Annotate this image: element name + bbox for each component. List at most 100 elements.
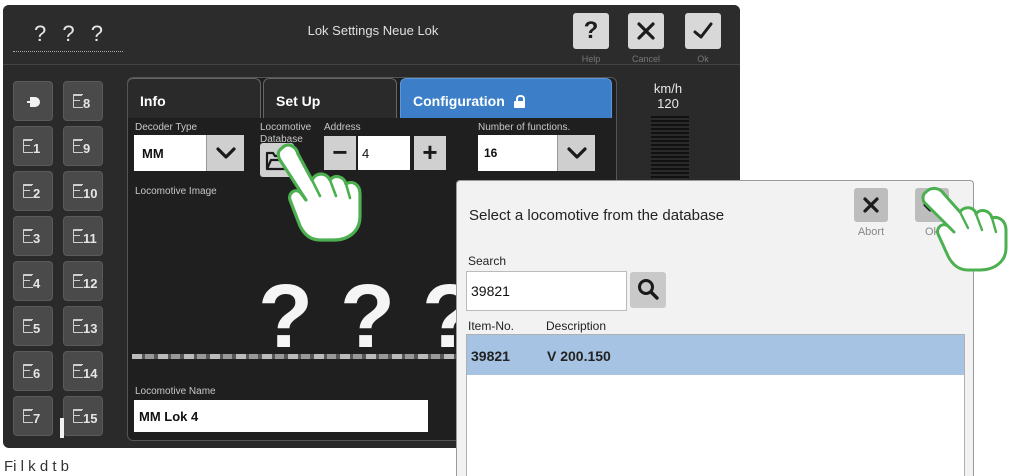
function-key-f4[interactable]: 4 [13, 261, 53, 301]
function-key-number: 6 [33, 366, 41, 381]
function-key-f1[interactable]: 1 [13, 126, 53, 166]
function-key-icon [23, 409, 33, 423]
function-key-f15[interactable]: 15 [63, 396, 103, 436]
loco-name-input[interactable]: MM Lok 4 [134, 400, 428, 432]
function-key-number: 1 [33, 141, 41, 156]
function-key-number: 14 [83, 366, 98, 381]
function-key-f13[interactable]: 13 [63, 306, 103, 346]
title-bar: ? ? ? Lok Settings Neue Lok ? Help Cance… [3, 5, 740, 65]
loco-image-label: Locomotive Image [135, 186, 217, 197]
function-key-icon [73, 229, 83, 243]
help-label: Help [581, 54, 601, 64]
loco-name-display[interactable]: ? ? ? [21, 21, 121, 47]
item-no-cell: 39821 [471, 348, 510, 364]
function-key-f11[interactable]: 11 [63, 216, 103, 256]
light-function-key[interactable] [13, 81, 53, 121]
function-key-icon [23, 274, 33, 288]
function-key-icon [23, 184, 33, 198]
function-key-icon [23, 229, 33, 243]
description-cell: V 200.150 [547, 348, 611, 364]
pointing-hand-icon [921, 186, 1008, 272]
window-title: Lok Settings Neue Lok [307, 23, 439, 38]
column-header-item-no: Item-No. [468, 319, 515, 333]
tab-info[interactable]: Info [128, 78, 261, 118]
loco-name-label: Locomotive Name [135, 386, 216, 397]
loco-name-underline [13, 51, 123, 52]
functions-count-value: 16 [484, 146, 498, 160]
dialog-title: Select a locomotive from the database [469, 207, 725, 224]
loco-result-list: 39821 V 200.150 [466, 334, 965, 476]
search-icon [638, 279, 659, 300]
cancel-button[interactable] [628, 13, 664, 49]
dialog-abort-button[interactable] [854, 188, 888, 222]
function-key-icon [73, 409, 83, 423]
function-key-f6[interactable]: 6 [13, 351, 53, 391]
close-icon [637, 22, 655, 40]
function-key-number: 7 [33, 411, 41, 426]
function-key-f3[interactable]: 3 [13, 216, 53, 256]
function-key-number: 10 [83, 186, 98, 201]
function-key-icon [73, 364, 83, 378]
function-key-number: 15 [83, 411, 98, 426]
column-header-description: Description [546, 319, 607, 333]
tab-configuration[interactable]: Configuration [400, 78, 612, 118]
decoder-type-dropdown-button[interactable] [206, 135, 244, 171]
function-key-icon [73, 139, 83, 153]
tab-setup-label: Set Up [276, 93, 321, 109]
decoder-type-select[interactable]: MM [134, 135, 244, 171]
function-key-icon [73, 274, 83, 288]
check-icon [693, 22, 713, 39]
function-key-icon [73, 94, 83, 108]
speed-unit: km/h [653, 81, 683, 96]
function-key-f12[interactable]: 12 [63, 261, 103, 301]
list-item[interactable]: 39821 V 200.150 [467, 335, 964, 375]
function-key-icon [73, 319, 83, 333]
function-key-number: 8 [83, 96, 91, 111]
function-key-number: 5 [33, 321, 41, 336]
tab-info-label: Info [140, 93, 166, 109]
function-key-number: 4 [33, 276, 41, 291]
function-key-f7[interactable]: 7 [13, 396, 53, 436]
function-key-icon [23, 364, 33, 378]
chevron-down-icon [567, 147, 587, 159]
dialog-abort-label: Abort [857, 226, 885, 238]
function-key-number: 12 [83, 276, 98, 291]
function-key-f5[interactable]: 5 [13, 306, 53, 346]
function-key-f2[interactable]: 2 [13, 171, 53, 211]
function-keys-scrollbar[interactable] [60, 418, 64, 438]
ok-button[interactable] [685, 13, 721, 49]
lock-icon [513, 95, 525, 108]
address-increment-button[interactable]: + [414, 136, 446, 170]
functions-count-dropdown-button[interactable] [557, 135, 595, 171]
pointing-hand-icon [276, 143, 362, 242]
tab-configuration-label: Configuration [413, 93, 505, 109]
functions-count-select[interactable]: 16 [478, 135, 595, 171]
speed-display: km/h 120 [638, 81, 698, 111]
function-key-f9[interactable]: 9 [63, 126, 103, 166]
help-button[interactable]: ? [573, 13, 609, 49]
chevron-down-icon [216, 147, 236, 159]
function-key-f10[interactable]: 10 [63, 171, 103, 211]
function-key-number: 2 [33, 186, 41, 201]
help-icon: ? [583, 17, 599, 44]
function-key-number: 3 [33, 231, 41, 246]
function-key-icon [23, 319, 33, 333]
function-key-icon [23, 139, 33, 153]
caption-text: Fi l k d t b [4, 458, 70, 475]
close-icon [863, 197, 879, 213]
function-key-number: 13 [83, 321, 98, 336]
function-key-f14[interactable]: 14 [63, 351, 103, 391]
light-icon [27, 97, 40, 107]
functions-count-label: Number of functions. [478, 122, 571, 133]
function-key-number: 9 [83, 141, 91, 156]
address-label: Address [324, 122, 361, 133]
function-key-f8[interactable]: 8 [63, 81, 103, 121]
decoder-type-label: Decoder Type [135, 122, 198, 133]
cancel-label: Cancel [631, 54, 660, 64]
decoder-type-value: MM [142, 146, 164, 161]
tab-setup[interactable]: Set Up [263, 78, 397, 118]
search-input[interactable]: 39821 [466, 271, 627, 311]
speed-max: 120 [657, 96, 679, 111]
search-button[interactable] [630, 272, 666, 308]
ok-label: Ok [697, 54, 709, 64]
